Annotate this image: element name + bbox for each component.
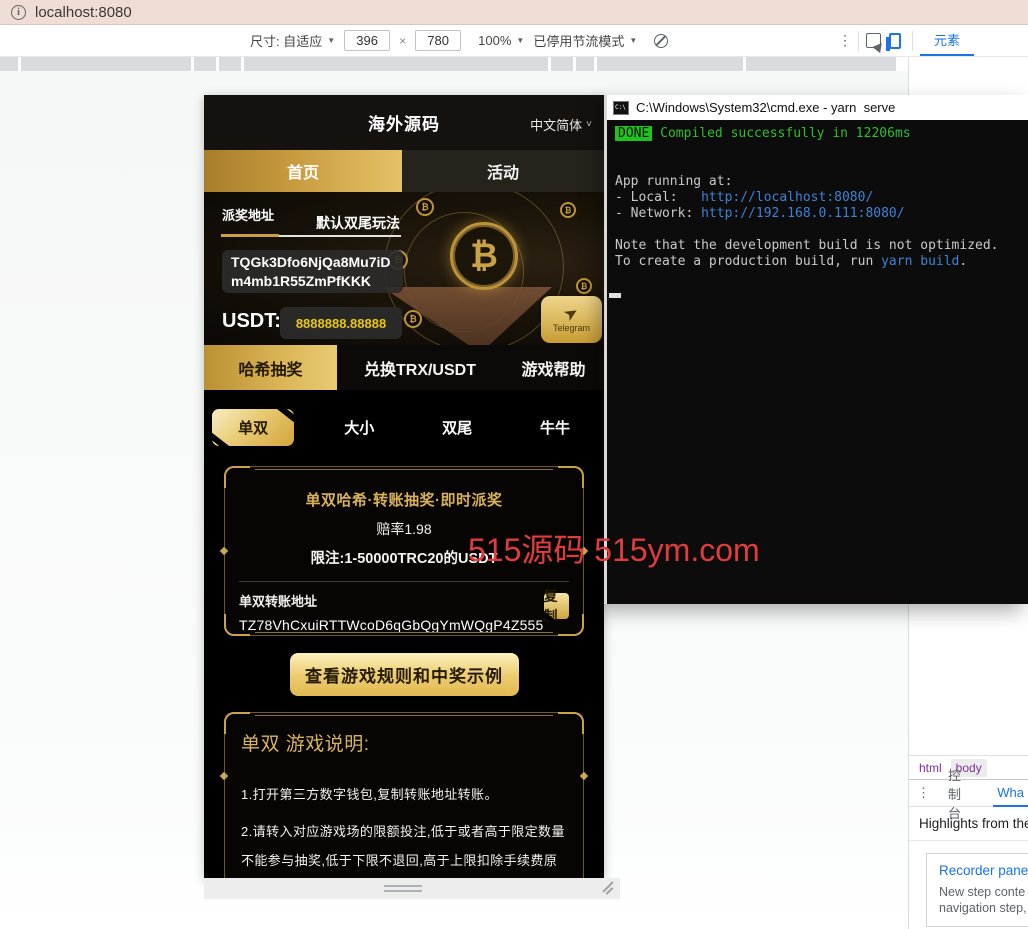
cmd-cursor (609, 293, 621, 298)
throttling-dropdown[interactable]: 已停用节流模式 ▼ (533, 31, 637, 50)
copy-button[interactable]: 复制 (544, 593, 569, 619)
payout-address-value: TQGk3Dfo6NjQa8Mu7iDm4mb1R55ZmPfKKK (222, 250, 403, 293)
site-info-icon[interactable]: i (11, 5, 26, 20)
viewport-corner-resize[interactable] (601, 882, 614, 895)
inspect-element-icon[interactable] (866, 33, 881, 48)
drawer-menu-icon[interactable]: ⋮ (917, 785, 930, 801)
nav-tab-home[interactable]: 首页 (204, 150, 402, 192)
viewport-width-input[interactable] (344, 30, 390, 51)
transfer-address-label: 单双转账地址 (239, 591, 544, 610)
hero-banner: ₿ ₿ ₿ ₿ ₿ ₿ ➤ Telegram 派奖地址 默认双尾玩法 TQGk3… (204, 192, 604, 345)
device-size-dropdown[interactable]: 尺寸: 自适应 ▼ (250, 31, 335, 50)
cmd-icon: C:\ (613, 101, 629, 115)
usdt-balance: 8888888.88888 (280, 307, 402, 339)
default-mode-label[interactable]: 默认双尾玩法 (316, 213, 400, 233)
bet-card-title: 单双哈希·转账抽奖·即时派奖 (225, 467, 583, 510)
game-tabs: 哈希抽奖 兑换TRX/USDT 游戏帮助 (204, 345, 604, 390)
tab-whats-new[interactable]: Wha (993, 780, 1028, 807)
paper-plane-icon: ➤ (561, 303, 581, 323)
guide-rule-2: 2.请转入对应游戏场的限额投注,低于或者高于限定数量不能参与抽奖,低于下限不退回… (241, 817, 567, 878)
whats-new-card: Recorder pane New step conte navigation … (926, 853, 1028, 927)
subtab-niuniu[interactable]: 牛牛 (506, 417, 604, 438)
subtab-odd-even[interactable]: 单双 (212, 409, 294, 446)
tab-elements[interactable]: 元素 (920, 25, 974, 56)
no-throttle-icon[interactable] (654, 34, 668, 48)
cmd-titlebar[interactable]: C:\ C:\Windows\System32\cmd.exe - yarn s… (607, 95, 1028, 120)
url-text[interactable]: localhost:8080 (35, 4, 132, 21)
tab-console[interactable]: 控制台 (948, 765, 973, 822)
cmd-output: DONE Compiled successfully in 12206ms Ap… (607, 120, 1028, 298)
bitcoin-icon: ₿ (450, 222, 518, 290)
local-url: http://localhost:8080/ (701, 190, 873, 205)
bitcoin-icon: ₿ (576, 278, 592, 294)
caret-down-icon: ▼ (516, 36, 524, 45)
media-query-bar[interactable] (0, 57, 908, 71)
viewport-drag-handle[interactable] (384, 885, 422, 892)
devtools-toolbar: 尺寸: 自适应 ▼ × 100% ▼ 已停用节流模式 ▼ ⋮ 元素 (0, 25, 1028, 57)
tab-hash-lottery[interactable]: 哈希抽奖 (204, 345, 337, 390)
tab-exchange[interactable]: 兑换TRX/USDT (337, 345, 503, 390)
main-nav: 首页 活动 (204, 150, 604, 192)
done-badge: DONE (615, 126, 652, 141)
screen: i localhost:8080 尺寸: 自适应 ▼ × 100% ▼ 已停用节… (0, 0, 1028, 929)
bitcoin-icon: ₿ (560, 202, 576, 218)
phone-header: 海外源码 中文简体 ˅ (204, 95, 604, 150)
subtab-big-small[interactable]: 大小 (310, 417, 408, 438)
game-guide-card: 单双 游戏说明: 1.打开第三方数字钱包,复制转账地址转账。 2.请转入对应游戏… (224, 712, 584, 878)
zoom-dropdown[interactable]: 100% ▼ (478, 33, 524, 48)
bet-type-tabs: 单双 大小 双尾 牛牛 (204, 390, 604, 458)
transfer-address-value: TZ78VhCxuiRTTWcoD6qGbQgYmWQgP4Z555 (239, 617, 544, 633)
chevron-down-icon: ˅ (586, 119, 592, 130)
caret-down-icon: ▼ (327, 36, 335, 45)
cmd-title: C:\Windows\System32\cmd.exe - yarn serve (636, 100, 895, 115)
device-toolbar-menu-icon[interactable]: ⋮ (838, 32, 852, 48)
page-title: 海外源码 (368, 110, 440, 135)
tab-game-help[interactable]: 游戏帮助 (503, 345, 604, 390)
viewport-resize-bar (204, 878, 620, 899)
usdt-label: USDT: (222, 310, 281, 333)
device-toggle-icon[interactable] (889, 33, 901, 49)
payout-address-label: 派奖地址 (222, 205, 274, 224)
viewport-height-input[interactable] (415, 30, 461, 51)
console-drawer: ⋮ 控制台 Wha Highlights from the Recorder p… (909, 779, 1028, 929)
browser-url-bar[interactable]: i localhost:8080 (0, 0, 1028, 25)
guide-title: 单双 游戏说明: (241, 729, 567, 756)
guide-rule-1: 1.打开第三方数字钱包,复制转账地址转账。 (241, 780, 567, 809)
caret-down-icon: ▼ (629, 36, 637, 45)
view-rules-button[interactable]: 查看游戏规则和中奖示例 (290, 653, 519, 696)
network-url: http://192.168.0.111:8080/ (701, 206, 905, 221)
watermark-text: 515源码 515ym.com (468, 525, 760, 571)
telegram-button[interactable]: ➤ Telegram (541, 296, 602, 343)
language-selector[interactable]: 中文简体 ˅ (530, 115, 592, 134)
nav-tab-activity[interactable]: 活动 (402, 150, 604, 192)
breadcrumb-html[interactable]: html (919, 761, 942, 775)
times-separator: × (399, 34, 406, 48)
news-link[interactable]: Recorder pane (939, 863, 1028, 878)
subtab-double-tail[interactable]: 双尾 (408, 417, 506, 438)
phone-page: 海外源码 中文简体 ˅ 首页 活动 ₿ ₿ ₿ ₿ ₿ ₿ (204, 95, 604, 878)
